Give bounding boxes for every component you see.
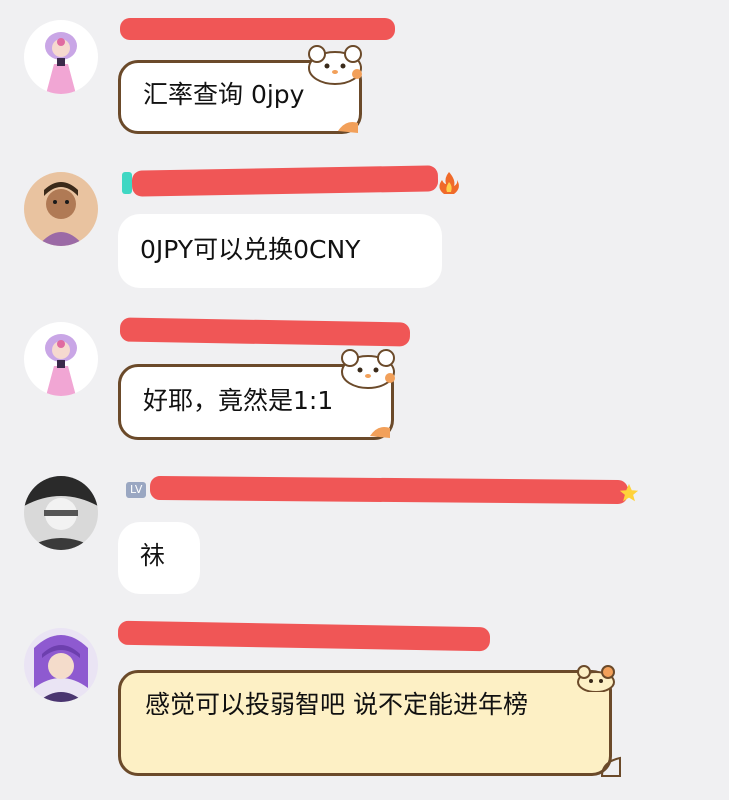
hamster-sticker-icon (341, 349, 395, 389)
message-bubble: 感觉可以投弱智吧 说不定能进年榜 (118, 670, 612, 776)
message-bubble: 0JPY可以兑换0CNY (118, 214, 442, 288)
hamster-sticker-icon (577, 665, 615, 692)
star-icon (619, 483, 639, 502)
hamster-sticker-icon (308, 45, 362, 85)
user-avatar-girl[interactable] (24, 20, 98, 94)
level-badge (122, 172, 132, 194)
fire-icon (439, 172, 459, 194)
message-text: 感觉可以投弱智吧 说不定能进年榜 (145, 690, 528, 719)
message-text: 汇率查询 0jpy (143, 80, 305, 109)
user-avatar-man[interactable] (24, 172, 98, 246)
orange-paw-icon (338, 122, 358, 133)
redacted-username (131, 165, 439, 197)
user-avatar-purple-hair[interactable] (24, 628, 98, 702)
message-bubble: 祙 (118, 522, 200, 594)
corner-ornament-icon (600, 756, 621, 777)
message-text: 0JPY可以兑换0CNY (140, 235, 361, 264)
user-avatar-girl[interactable] (24, 322, 98, 396)
redacted-username (120, 18, 395, 40)
redacted-username (119, 317, 411, 347)
message-text: 好耶，竟然是1:1 (143, 386, 334, 415)
orange-paw-icon (370, 427, 390, 438)
user-avatar-monochrome[interactable] (24, 476, 98, 550)
level-badge: LV (126, 482, 147, 498)
redacted-username (117, 620, 491, 652)
message-text: 祙 (140, 541, 166, 570)
redacted-username (149, 475, 629, 505)
